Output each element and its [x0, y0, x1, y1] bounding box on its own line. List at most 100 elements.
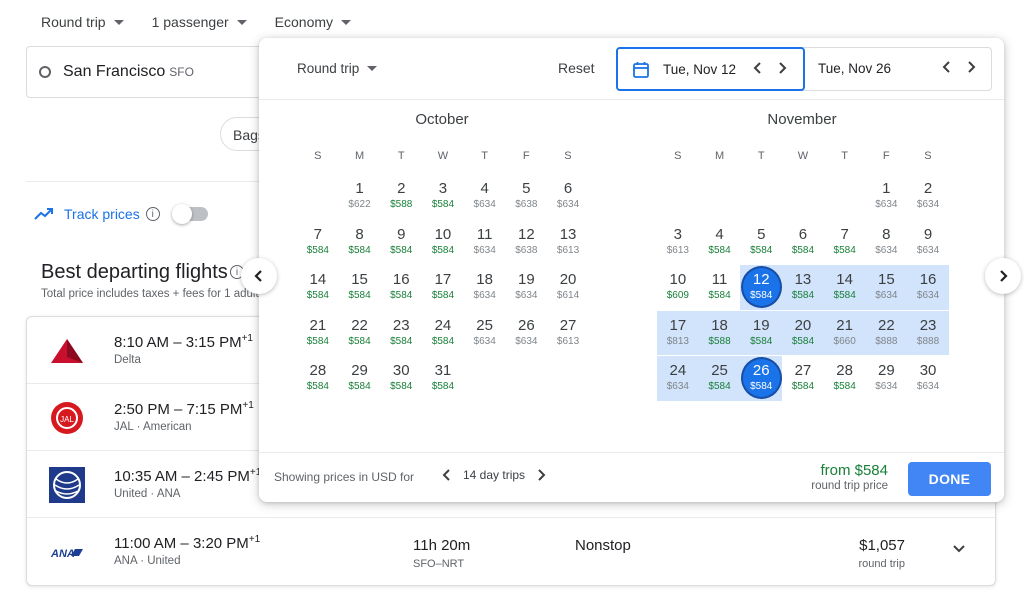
chevron-left-icon[interactable]	[941, 59, 953, 75]
chevron-right-icon[interactable]	[965, 59, 977, 75]
calendar-day[interactable]: 9 $634	[907, 220, 949, 265]
flight-price: $1,057	[859, 537, 905, 554]
day-number: 10	[434, 225, 452, 243]
calendar-day[interactable]: 14 $584	[824, 265, 866, 310]
calendar-day[interactable]: 26 $584	[740, 356, 782, 401]
day-price: $584	[708, 381, 731, 392]
calendar-day[interactable]: 1 $622	[339, 174, 381, 219]
calendar-day[interactable]: 28 $584	[297, 356, 339, 401]
day-number: 20	[794, 316, 812, 334]
calendar-day[interactable]: 21 $660	[824, 311, 866, 356]
from-price: from $584	[820, 462, 888, 479]
chevron-right-icon	[1000, 270, 1008, 282]
day-price: $584	[431, 244, 455, 256]
calendar-day[interactable]: 20 $584	[782, 311, 824, 356]
calendar-day[interactable]: 2 $634	[907, 174, 949, 219]
chevron-right-icon[interactable]	[535, 467, 547, 483]
calendar-day[interactable]: 16 $634	[907, 265, 949, 310]
calendar-day[interactable]: 27 $584	[782, 356, 824, 401]
calendar-day[interactable]: 25 $634	[464, 311, 506, 356]
calendar-day[interactable]: 20 $614	[547, 265, 589, 310]
calendar-day[interactable]: 6 $584	[782, 220, 824, 265]
calendar-day[interactable]: 21 $584	[297, 311, 339, 356]
calendar-day[interactable]: 16 $584	[380, 265, 422, 310]
calendar-day[interactable]: 15 $634	[866, 265, 908, 310]
calendar-day[interactable]: 8 $584	[339, 220, 381, 265]
dialog-trip-type-dropdown[interactable]: Round trip	[297, 61, 378, 76]
calendar-day[interactable]: 1 $634	[866, 174, 908, 219]
calendar-day[interactable]: 7 $584	[824, 220, 866, 265]
chevron-down-icon[interactable]	[951, 540, 967, 556]
reset-button[interactable]: Reset	[558, 60, 595, 76]
calendar-day[interactable]: 13 $584	[782, 265, 824, 310]
origin-city: San Francisco	[63, 63, 166, 80]
calendar-day[interactable]: 24 $584	[422, 311, 464, 356]
calendar-day[interactable]: 23 $888	[907, 311, 949, 356]
calendar-day[interactable]: 15 $584	[339, 265, 381, 310]
departure-date-field[interactable]: Tue, Nov 12	[616, 47, 805, 91]
calendar-day[interactable]: 29 $634	[866, 356, 908, 401]
passengers-dropdown[interactable]: 1 passenger	[152, 14, 247, 30]
calendar-day[interactable]: 6 $634	[547, 174, 589, 219]
calendar-day[interactable]: 22 $584	[339, 311, 381, 356]
calendar-day[interactable]: 31 $584	[422, 356, 464, 401]
calendar-day[interactable]: 26 $634	[506, 311, 548, 356]
calendar-day[interactable]: 10 $584	[422, 220, 464, 265]
day-price: $588	[708, 335, 731, 347]
calendar-day[interactable]: 11 $634	[464, 220, 506, 265]
calendar-day[interactable]: 5 $638	[506, 174, 548, 219]
calendar-day[interactable]: 28 $584	[824, 356, 866, 401]
day-number: 28	[309, 362, 327, 379]
day-number: 27	[794, 362, 812, 379]
day-number: 8	[882, 225, 891, 243]
calendar-day[interactable]: 9 $584	[380, 220, 422, 265]
calendar-icon	[633, 62, 649, 78]
done-button[interactable]: DONE	[908, 462, 991, 496]
calendar-day[interactable]: 18 $634	[464, 265, 506, 310]
day-price: $634	[473, 244, 496, 256]
next-month-button[interactable]	[985, 258, 1021, 294]
flight-row[interactable]: ANA 11:00 AM – 3:20 PM+1 ANA · United 11…	[27, 518, 995, 585]
calendar-day[interactable]: 3 $584	[422, 174, 464, 219]
calendar-day[interactable]: 30 $634	[907, 356, 949, 401]
calendar-day[interactable]: 13 $613	[547, 220, 589, 265]
calendar-day[interactable]: 7 $584	[297, 220, 339, 265]
cabin-label: Economy	[274, 14, 334, 30]
cabin-dropdown[interactable]: Economy	[274, 14, 352, 30]
chevron-left-icon[interactable]	[752, 60, 764, 76]
track-prices-toggle[interactable]	[171, 204, 208, 224]
calendar-day[interactable]: 17 $584	[422, 265, 464, 310]
calendar-day[interactable]: 12 $638	[506, 220, 548, 265]
calendar-day[interactable]: 3 $613	[657, 220, 699, 265]
calendar-day[interactable]: 18 $588	[699, 311, 741, 356]
calendar-day[interactable]: 4 $584	[699, 220, 741, 265]
trip-type-dropdown[interactable]: Round trip	[41, 14, 124, 30]
calendar-day[interactable]: 19 $584	[740, 311, 782, 356]
calendar-day[interactable]: 27 $613	[547, 311, 589, 356]
calendar-day[interactable]: 23 $584	[380, 311, 422, 356]
previous-month-button[interactable]	[241, 258, 277, 294]
chevron-right-icon[interactable]	[776, 60, 788, 76]
calendar-day[interactable]: 24 $634	[657, 356, 699, 401]
calendar-day[interactable]: 14 $584	[297, 265, 339, 310]
calendar-day[interactable]: 11 $584	[699, 265, 741, 310]
calendar-day[interactable]: 29 $584	[339, 356, 381, 401]
flight-airline: JAL · American	[114, 421, 192, 433]
calendar-day[interactable]: 2 $588	[380, 174, 422, 219]
calendar-day[interactable]: 17 $813	[657, 311, 699, 356]
calendar-day[interactable]: 5 $584	[740, 220, 782, 265]
calendar-day[interactable]: 25 $584	[699, 356, 741, 401]
calendar-day[interactable]: 12 $584	[740, 265, 782, 310]
calendar-day[interactable]: 4 $634	[464, 174, 506, 219]
day-number: 13	[794, 271, 812, 288]
day-price: $584	[431, 381, 455, 392]
day-price: $660	[833, 335, 856, 347]
calendar-day[interactable]: 19 $634	[506, 265, 548, 310]
calendar-day[interactable]: 10 $609	[657, 265, 699, 310]
calendar-day[interactable]: 8 $634	[866, 220, 908, 265]
chevron-left-icon[interactable]	[441, 467, 453, 483]
calendar-day[interactable]: 30 $584	[380, 356, 422, 401]
calendar-day[interactable]: 22 $888	[866, 311, 908, 356]
info-icon[interactable]: i	[145, 207, 160, 221]
weekday-label: T	[841, 150, 848, 162]
